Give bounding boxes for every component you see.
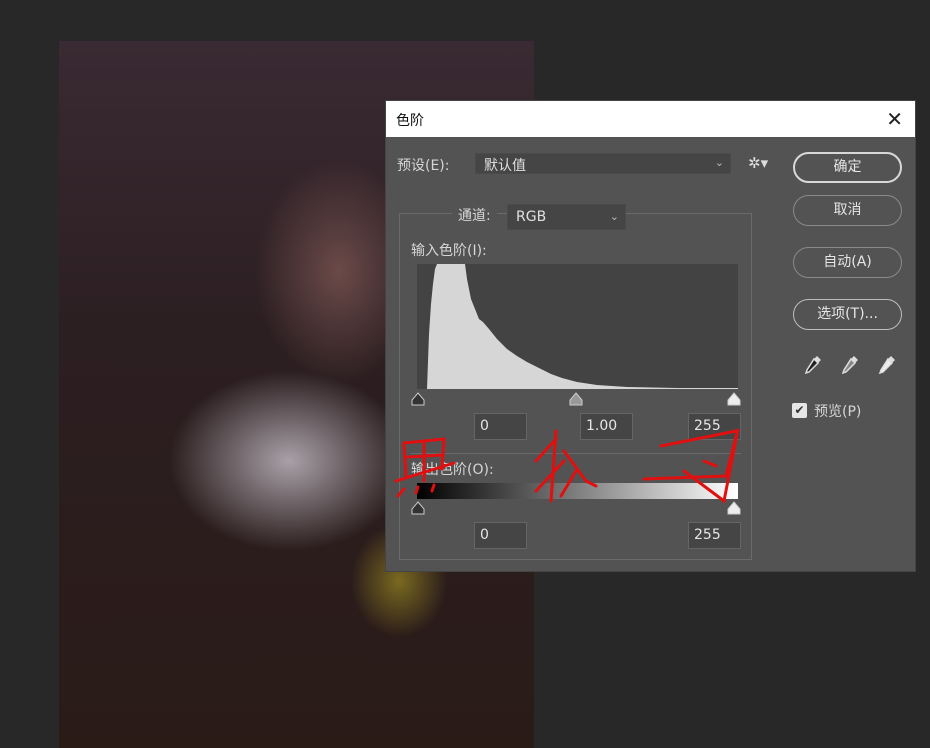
input-levels-label: 输入色阶(I):	[411, 243, 487, 259]
channel-label: 通道:	[452, 205, 497, 225]
gear-icon[interactable]: ✲▾	[748, 154, 768, 172]
levels-dialog: 色阶 ✕ 预设(E): 默认值 ⌄ ✲▾ 确定 取消 自动(A) 选项(T)..…	[385, 100, 916, 572]
preset-select[interactable]: 默认值 ⌄	[475, 153, 731, 174]
gray-eyedropper-icon[interactable]	[837, 353, 861, 377]
preset-label: 预设(E):	[397, 158, 450, 174]
chevron-down-icon: ⌄	[714, 156, 724, 169]
white-eyedropper-icon[interactable]	[874, 353, 898, 377]
channel-value: RGB	[516, 209, 547, 225]
cancel-button[interactable]: 取消	[793, 195, 902, 226]
options-button[interactable]: 选项(T)...	[793, 299, 902, 330]
ok-button[interactable]: 确定	[793, 152, 902, 183]
close-icon[interactable]: ✕	[886, 107, 903, 131]
annotation-white	[642, 428, 740, 504]
annotation-black	[394, 437, 456, 498]
dialog-title: 色阶	[396, 113, 424, 129]
preview-checkbox[interactable]: ✔	[792, 403, 807, 418]
black-eyedropper-icon[interactable]	[800, 353, 824, 377]
channel-select[interactable]: RGB ⌄	[507, 204, 626, 230]
output-black-field[interactable]: 0	[474, 522, 527, 549]
dialog-titlebar[interactable]: 色阶 ✕	[386, 101, 915, 137]
chevron-down-icon: ⌄	[609, 210, 619, 223]
annotation-gray	[534, 429, 598, 503]
preview-label: 预览(P)	[814, 404, 862, 420]
preset-value: 默认值	[484, 158, 526, 174]
output-white-field[interactable]: 255	[688, 522, 741, 549]
handwritten-annotations	[394, 428, 740, 504]
auto-button[interactable]: 自动(A)	[793, 247, 902, 278]
